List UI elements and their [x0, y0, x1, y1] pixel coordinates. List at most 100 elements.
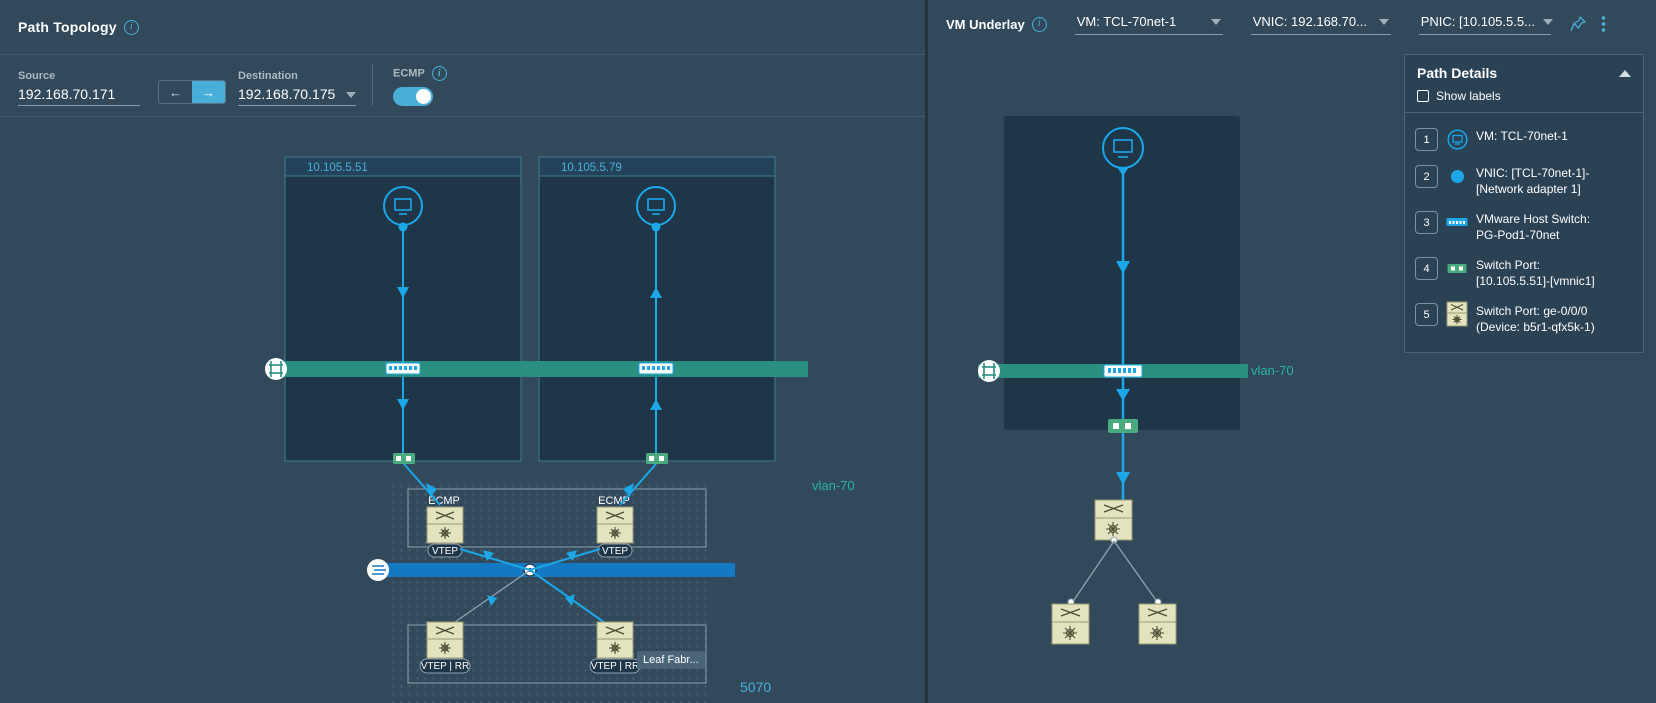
- vnic-select[interactable]: VNIC: 192.168.70...: [1250, 13, 1391, 35]
- path-step-4[interactable]: 4 Switch Port: [10.105.5.51]-[vmnic1]: [1415, 250, 1633, 296]
- source-field: Source 192.168.70.171: [18, 70, 140, 106]
- ecmp-control: ECMP i: [393, 66, 447, 106]
- show-labels-checkbox[interactable]: Show labels: [1417, 89, 1631, 103]
- direction-toggle[interactable]: ← →: [158, 80, 226, 104]
- chevron-down-icon: [1210, 18, 1221, 25]
- step-label: VMware Host Switch: PG-Pod1-70net: [1476, 211, 1590, 243]
- step-number: 5: [1415, 303, 1438, 326]
- underlay-vlan-endpoint-icon: [978, 360, 1000, 382]
- chevron-down-icon: [1542, 18, 1553, 25]
- vlan-bar-left: [283, 361, 808, 377]
- step-label-line2: [Network adapter 1]: [1476, 182, 1581, 196]
- pnic-select-value: PNIC: [10.105.5.5...: [1420, 14, 1535, 29]
- path-step-5[interactable]: 5 Switch Port: ge-0/0/0 (Device: b5r1-qf…: [1415, 296, 1633, 342]
- path-step-1[interactable]: 1 VM: TCL-70net-1: [1415, 121, 1633, 158]
- ecmp-toggle[interactable]: [393, 87, 433, 106]
- ecmp-label-text: ECMP: [393, 67, 425, 80]
- step-label: Switch Port: ge-0/0/0 (Device: b5r1-qfx5…: [1476, 303, 1595, 335]
- pin-icon[interactable]: [1569, 15, 1587, 33]
- underlay-switch-right: [1138, 598, 1177, 645]
- host-switch-icon: [1446, 211, 1468, 233]
- left-panel-header: Path Topology i: [0, 0, 925, 55]
- destination-value: 192.168.70.175: [238, 86, 336, 102]
- controls-divider: [372, 64, 373, 106]
- vm-select-value: VM: TCL-70net-1: [1076, 14, 1177, 29]
- spine-node-left: VTEP | RR: [419, 621, 471, 674]
- svg-text:ECMP: ECMP: [598, 495, 630, 507]
- step-number: 2: [1415, 165, 1438, 188]
- right-panel-actions: [1569, 15, 1606, 33]
- ecmp-label: ECMP i: [393, 66, 447, 81]
- path-topology-app: Path Topology i Source 192.168.70.171 ← …: [0, 0, 1656, 703]
- vm-underlay-title: VM Underlay: [946, 16, 1025, 32]
- path-topology-canvas[interactable]: 10.105.5.51 10.105.5.79 ECMP VTEP ECMP V…: [0, 117, 925, 703]
- host-left-ip: 10.105.5.51: [307, 162, 368, 174]
- vnic-dot-icon: [1446, 165, 1468, 187]
- path-step-3[interactable]: 3 VMware Host Switch: PG-Pod1-70net: [1415, 204, 1633, 250]
- left-panel-controls: Source 192.168.70.171 ← → Destination 19…: [0, 55, 925, 117]
- path-details-header: Path Details Show labels: [1405, 55, 1643, 113]
- ecmp-toggle-knob: [416, 89, 431, 104]
- step-label-line1: VNIC: [TCL-70net-1]-: [1476, 166, 1590, 180]
- right-panel: VM Underlay i VM: TCL-70net-1 VNIC: 192.…: [928, 0, 1656, 703]
- host-right-ip: 10.105.5.79: [561, 162, 622, 174]
- path-details-panel: Path Details Show labels 1 VM: TCL-70net…: [1404, 54, 1644, 353]
- destination-field: Destination 192.168.70.175: [238, 70, 356, 106]
- step-label: VNIC: [TCL-70net-1]- [Network adapter 1]: [1476, 165, 1589, 197]
- left-panel: Path Topology i Source 192.168.70.171 ← …: [0, 0, 928, 703]
- step-label-line2: (Device: b5r1-qfx5k-1): [1476, 320, 1595, 334]
- vm-underlay-info-icon[interactable]: i: [1031, 16, 1047, 32]
- step-number: 3: [1415, 211, 1438, 234]
- info-icon[interactable]: i: [123, 19, 139, 35]
- direction-forward-button[interactable]: →: [192, 81, 225, 103]
- physical-switch-icon: [1446, 301, 1468, 327]
- topology-svg: 10.105.5.51 10.105.5.79 ECMP VTEP ECMP V…: [265, 156, 808, 703]
- overflow-menu-icon[interactable]: [1601, 15, 1606, 33]
- network-id-label: 5070: [740, 679, 772, 695]
- source-value: 192.168.70.171: [18, 86, 116, 102]
- vlan-endpoint-icon: [265, 358, 287, 380]
- step-label-line2: [10.105.5.51]-[vmnic1]: [1476, 274, 1595, 288]
- chevron-up-icon[interactable]: [1619, 69, 1631, 77]
- source-input[interactable]: 192.168.70.171: [18, 86, 140, 106]
- page-title: Path Topology: [18, 19, 117, 35]
- step-number: 1: [1415, 128, 1438, 151]
- chevron-down-icon: [1378, 18, 1389, 25]
- step-label: VM: TCL-70net-1: [1476, 129, 1568, 143]
- network-bar-5070: [383, 563, 735, 577]
- ecmp-info-icon[interactable]: i: [431, 66, 447, 81]
- path-details-list: 1 VM: TCL-70net-1 2 VNIC: [TCL-70net-1]-…: [1405, 113, 1643, 352]
- pnic-select[interactable]: PNIC: [10.105.5.5...: [1418, 13, 1553, 35]
- destination-select[interactable]: 192.168.70.175: [238, 86, 356, 106]
- step-label-line1: VMware Host Switch:: [1476, 212, 1591, 226]
- path-step-2[interactable]: 2 VNIC: [TCL-70net-1]- [Network adapter …: [1415, 158, 1633, 204]
- step-label-line1: Switch Port: ge-0/0/0: [1476, 304, 1588, 318]
- checkbox-box: [1417, 90, 1429, 102]
- chevron-down-icon: [346, 92, 356, 98]
- vm-monitor-icon: [1446, 128, 1468, 150]
- leaf-node-left: ECMP VTEP: [426, 495, 464, 558]
- right-panel-header: VM Underlay i VM: TCL-70net-1 VNIC: 192.…: [928, 0, 1656, 48]
- spine-node-right: VTEP | RR: [589, 621, 641, 674]
- step-label-line1: Switch Port:: [1476, 258, 1541, 272]
- step-label-line2: PG-Pod1-70net: [1476, 228, 1560, 242]
- switch-port-icon: [1446, 257, 1468, 279]
- step-label: Switch Port: [10.105.5.51]-[vmnic1]: [1476, 257, 1595, 289]
- svg-text:VTEP: VTEP: [432, 546, 458, 557]
- leaf-node-right: ECMP VTEP: [596, 495, 634, 558]
- vnic-select-value: VNIC: 192.168.70...: [1252, 14, 1367, 29]
- svg-text:VTEP: VTEP: [602, 546, 628, 557]
- direction-back-button[interactable]: ←: [159, 81, 192, 103]
- leaf-fabric-label[interactable]: Leaf Fabr...: [637, 651, 705, 669]
- step-number: 4: [1415, 257, 1438, 280]
- path-details-title: Path Details: [1417, 65, 1498, 81]
- show-labels-label: Show labels: [1436, 89, 1501, 103]
- underlay-switch-port-icon: [1108, 419, 1138, 433]
- svg-text:VTEP | RR: VTEP | RR: [591, 661, 640, 672]
- destination-label: Destination: [238, 70, 298, 82]
- underlay-switch-left: [1051, 598, 1090, 645]
- underlay-switch-top: [1094, 499, 1133, 544]
- vlan-label-right: vlan-70: [1251, 363, 1294, 378]
- vm-select[interactable]: VM: TCL-70net-1: [1074, 13, 1223, 35]
- vlan-label-left: vlan-70: [812, 478, 855, 493]
